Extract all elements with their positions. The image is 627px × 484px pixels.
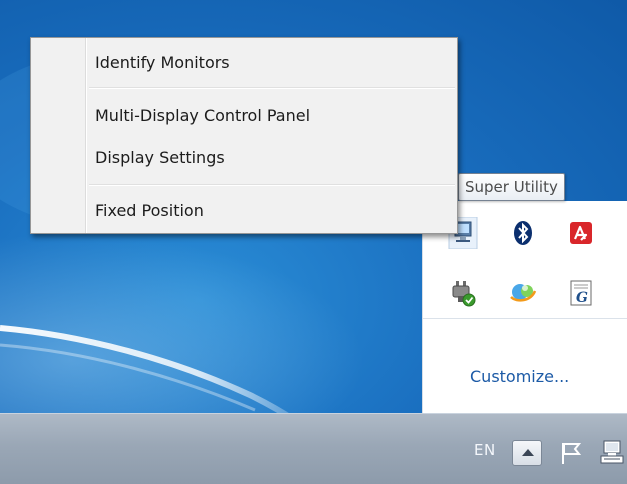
network-icon[interactable] xyxy=(600,438,627,466)
menu-separator xyxy=(89,87,455,89)
power-plug-icon[interactable] xyxy=(447,277,479,309)
menu-item-fixed-position[interactable]: Fixed Position xyxy=(34,194,454,228)
menu-item-multi-display-control-panel[interactable]: Multi-Display Control Panel xyxy=(34,99,454,133)
tooltip: Super Utility xyxy=(458,173,565,201)
svg-text:G: G xyxy=(576,290,588,306)
messenger-icon[interactable] xyxy=(507,277,539,309)
action-center-flag-icon[interactable] xyxy=(559,440,583,466)
chevron-up-icon xyxy=(522,449,534,456)
tray-divider xyxy=(423,318,627,319)
language-indicator[interactable]: EN xyxy=(474,441,496,459)
avira-antivirus-icon[interactable] xyxy=(565,217,597,249)
show-hidden-icons-button[interactable] xyxy=(512,440,542,466)
menu-separator xyxy=(89,184,455,186)
context-menu: Identify Monitors Multi-Display Control … xyxy=(30,37,458,234)
taskbar: EN xyxy=(0,413,627,484)
bluetooth-icon[interactable] xyxy=(507,217,539,249)
customize-link[interactable]: Customize... xyxy=(470,367,569,386)
menu-item-identify-monitors[interactable]: Identify Monitors xyxy=(34,46,454,80)
menu-item-display-settings[interactable]: Display Settings xyxy=(34,141,454,175)
ime-pad-icon[interactable]: G xyxy=(565,277,597,309)
